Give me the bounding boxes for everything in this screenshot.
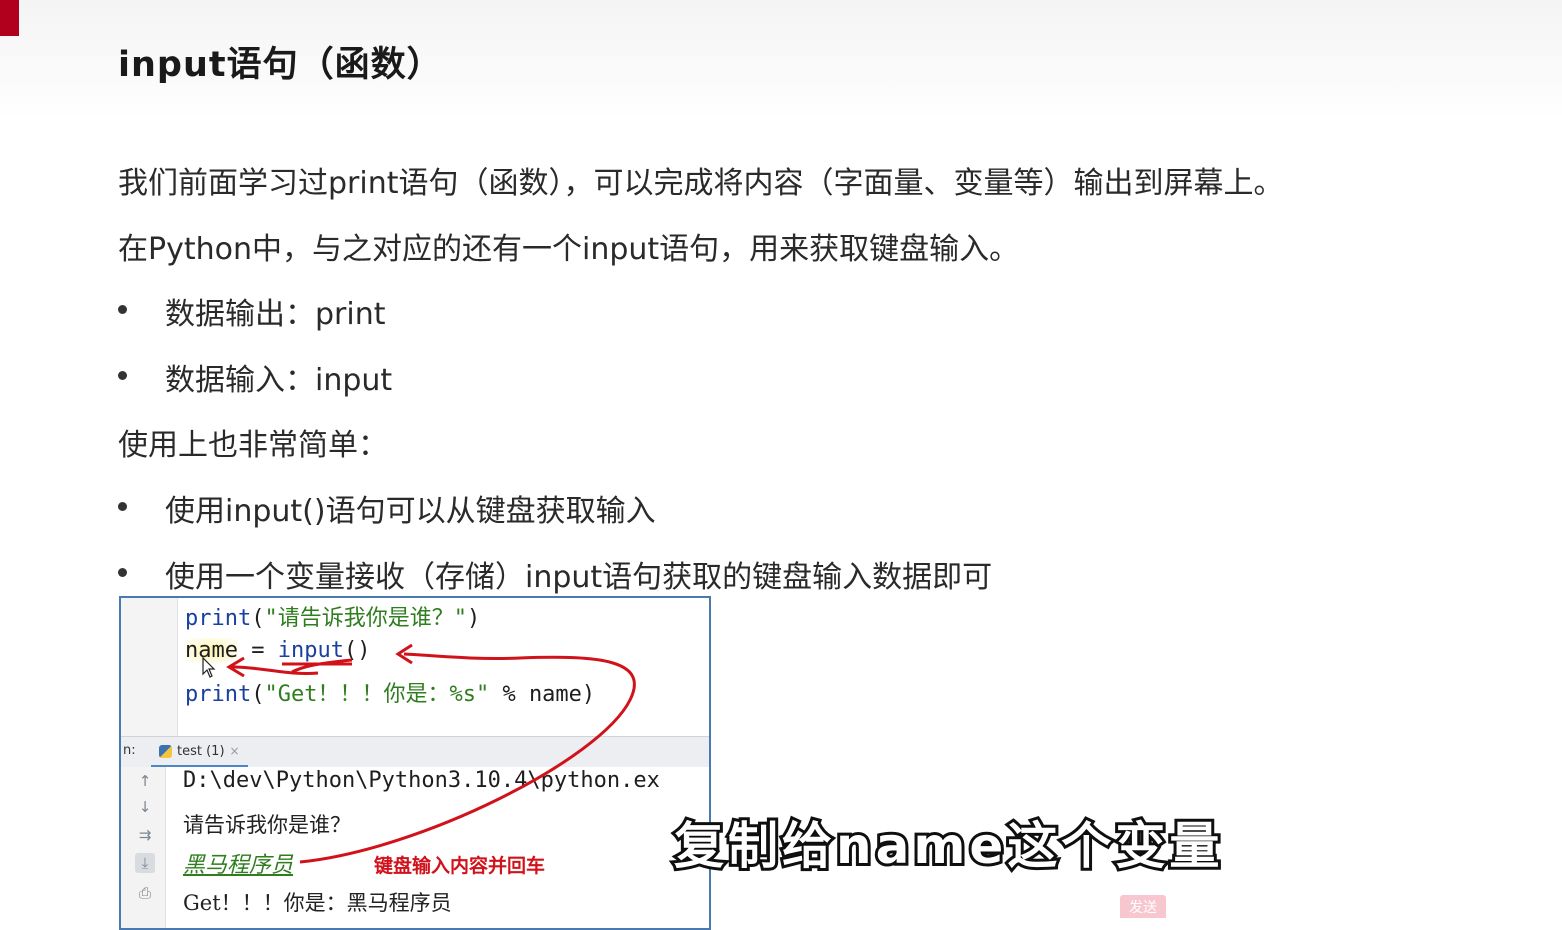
flow-arrow-curve: [299, 652, 636, 864]
annotation-arrows: [226, 643, 636, 864]
annotation-note: 键盘输入内容并回车: [374, 855, 546, 877]
input-underline-stroke: [291, 658, 353, 674]
send-button[interactable]: 发送: [1120, 895, 1166, 918]
video-subtitle: 复制给name这个变量: [671, 814, 1224, 878]
